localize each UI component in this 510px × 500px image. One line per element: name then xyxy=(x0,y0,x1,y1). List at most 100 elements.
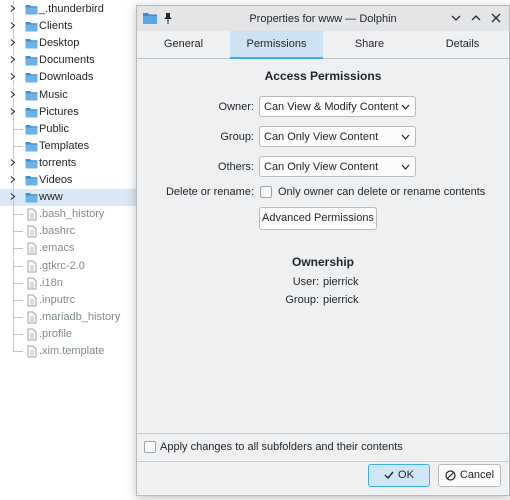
tree-item[interactable]: Documents xyxy=(0,52,140,70)
owner-permission-value: Can View & Modify Content xyxy=(264,101,399,113)
tree-item[interactable]: Downloads xyxy=(0,69,140,87)
tree-branch xyxy=(13,316,23,318)
desktop-folder-icon xyxy=(25,37,38,50)
tree-item[interactable]: Pictures xyxy=(0,103,140,121)
tab-general[interactable]: General xyxy=(137,31,230,58)
others-label: Others: xyxy=(217,161,254,173)
videos-folder-icon xyxy=(25,174,38,187)
tree-item-label: .gtkrc-2.0 xyxy=(39,259,85,272)
close-icon[interactable] xyxy=(489,11,503,25)
tree-item[interactable]: .gtkrc-2.0 xyxy=(0,257,140,275)
script-file-icon xyxy=(25,345,38,358)
tree-branch xyxy=(13,231,23,233)
delete-rename-label: Delete or rename: xyxy=(165,186,254,198)
ok-button[interactable]: OK xyxy=(368,464,430,487)
advanced-permissions-button[interactable]: Advanced Permissions xyxy=(259,207,377,230)
chevron-right-icon[interactable] xyxy=(9,56,16,64)
chevron-right-icon[interactable] xyxy=(9,39,16,47)
chevron-down-icon xyxy=(401,164,410,170)
cancel-label: Cancel xyxy=(459,469,495,481)
ok-label: OK xyxy=(398,469,414,481)
title-bar[interactable]: Properties for www — Dolphin xyxy=(137,6,509,31)
chevron-right-icon[interactable] xyxy=(9,158,16,166)
tab-details[interactable]: Details xyxy=(416,31,509,58)
tree-branch xyxy=(13,299,23,301)
tree-item[interactable]: _.thunderbird xyxy=(0,1,140,18)
tree-item[interactable]: Clients xyxy=(0,18,140,36)
chevron-right-icon[interactable] xyxy=(9,107,16,115)
tree-item-label: .emacs xyxy=(39,242,75,255)
tree-item-label: .bashrc xyxy=(39,225,76,238)
footer-divider xyxy=(137,461,509,462)
tree-item-label: .xim.template xyxy=(39,345,105,357)
tree-item-label: Videos xyxy=(39,174,73,186)
tree-branch xyxy=(13,214,23,216)
chevron-down-icon xyxy=(401,104,410,110)
chevron-right-icon[interactable] xyxy=(9,22,16,30)
chevron-down-icon[interactable] xyxy=(449,11,463,25)
tree-item[interactable]: .inputrc xyxy=(0,291,140,309)
tree-item-label: .i18n xyxy=(39,276,63,289)
downloads-folder-icon xyxy=(25,71,38,84)
tree-item[interactable]: torrents xyxy=(0,154,140,172)
apply-recursive-label[interactable]: Apply changes to all subfolders and thei… xyxy=(160,441,403,453)
owner-group-label: Group: xyxy=(285,294,319,306)
chevron-right-icon[interactable] xyxy=(9,176,16,183)
templates-folder-icon xyxy=(25,140,38,153)
cancel-button[interactable]: Cancel xyxy=(438,464,501,487)
apply-recursive-checkbox[interactable] xyxy=(144,441,156,453)
tree-branch xyxy=(13,248,23,250)
tree-branch xyxy=(13,145,23,147)
text-file-icon xyxy=(25,294,38,307)
folder-icon xyxy=(25,3,38,16)
tree-item[interactable]: www xyxy=(0,189,140,207)
tree-item-label: Downloads xyxy=(39,71,94,84)
tree-item-label: _.thunderbird xyxy=(39,3,104,15)
chevron-right-icon[interactable] xyxy=(9,5,16,12)
tree-item[interactable]: Public xyxy=(0,120,140,138)
group-label: Group: xyxy=(220,131,254,143)
tab-permissions[interactable]: Permissions xyxy=(230,31,323,59)
tree-item[interactable]: .emacs xyxy=(0,240,140,258)
text-file-icon xyxy=(25,242,38,255)
chevron-right-icon[interactable] xyxy=(9,73,16,81)
permissions-panel: Access Permissions Owner: Can View & Mod… xyxy=(137,59,509,469)
chevron-right-icon[interactable] xyxy=(9,90,16,98)
text-file-icon xyxy=(25,225,38,238)
tree-item[interactable]: .mariadb_history xyxy=(0,308,140,326)
ownership-heading: Ownership xyxy=(291,255,354,269)
delete-rename-checkbox-label[interactable]: Only owner can delete or rename contents xyxy=(278,186,485,198)
cancel-icon xyxy=(445,469,456,481)
pictures-folder-icon xyxy=(25,106,38,119)
chevron-right-icon[interactable] xyxy=(9,193,16,201)
tree-item[interactable]: Videos xyxy=(0,172,140,189)
checkmark-icon xyxy=(384,471,394,480)
chevron-up-icon[interactable] xyxy=(469,11,483,25)
others-permission-select[interactable]: Can Only View Content xyxy=(259,156,416,177)
text-file-icon xyxy=(25,311,38,324)
tree-item[interactable]: .xim.template xyxy=(0,343,140,360)
owner-permission-select[interactable]: Can View & Modify Content xyxy=(259,96,416,117)
tree-item[interactable]: .profile xyxy=(0,325,140,343)
folder-icon xyxy=(25,191,38,204)
chevron-down-icon xyxy=(401,134,410,140)
tree-item[interactable]: .bashrc xyxy=(0,223,140,241)
divider xyxy=(137,433,509,434)
tree-item[interactable]: Templates xyxy=(0,137,140,155)
tree-item-label: .mariadb_history xyxy=(39,310,121,323)
delete-rename-checkbox[interactable] xyxy=(260,186,272,198)
owner-group-value: pierrick xyxy=(323,294,359,306)
text-file-icon xyxy=(25,328,38,341)
tree-item[interactable]: Music xyxy=(0,86,140,104)
group-permission-select[interactable]: Can Only View Content xyxy=(259,126,416,147)
tree-item[interactable]: .i18n xyxy=(0,274,140,292)
others-permission-value: Can Only View Content xyxy=(264,161,379,173)
tree-item[interactable]: .bash_history xyxy=(0,206,140,224)
music-folder-icon xyxy=(25,89,38,102)
tree-item-label: www xyxy=(39,191,63,204)
tree-item[interactable]: Desktop xyxy=(0,35,140,53)
documents-folder-icon xyxy=(25,54,38,67)
tree-item-label: torrents xyxy=(39,156,77,169)
user-value: pierrick xyxy=(323,276,359,288)
tab-share[interactable]: Share xyxy=(323,31,416,58)
